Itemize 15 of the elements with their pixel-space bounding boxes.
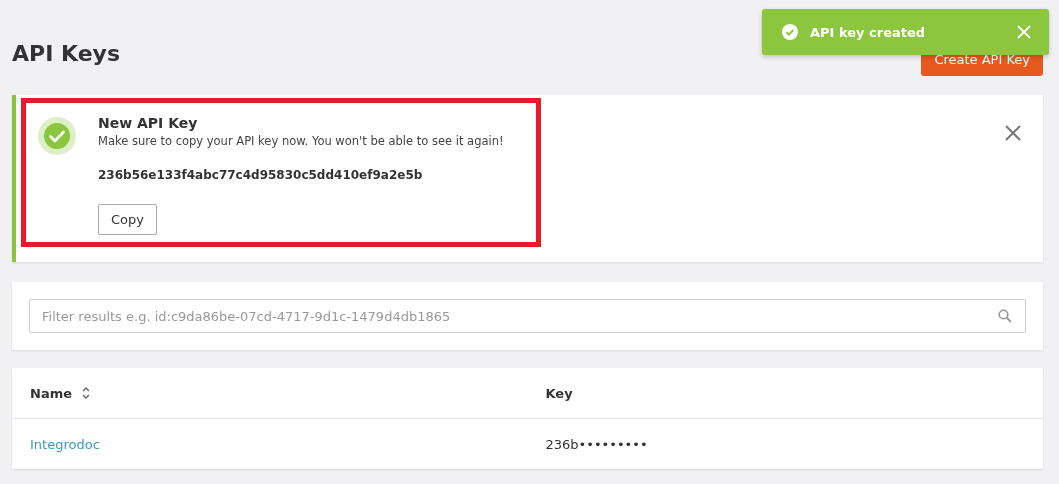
api-key-value: 236b56e133f4abc77c4d95830c5dd410ef9a2e5b bbox=[98, 168, 424, 182]
sort-icon[interactable] bbox=[82, 386, 90, 400]
check-circle-icon bbox=[38, 117, 76, 155]
page-title: API Keys bbox=[12, 41, 120, 66]
toast-message: API key created bbox=[810, 24, 927, 40]
column-header: Key bbox=[545, 385, 573, 401]
copy-button[interactable]: Copy bbox=[98, 204, 157, 235]
filter-field[interactable]: Filter results e.g. id:c9da86be-07cd-4717-9d1c-1479d4db1865 bbox=[29, 299, 1026, 333]
search-icon bbox=[998, 309, 1012, 323]
notice-title: New API Key bbox=[98, 115, 199, 131]
masked-key: 236b••••••••• bbox=[545, 436, 648, 452]
column-header[interactable]: Name bbox=[30, 385, 72, 401]
notice-message: Make sure to copy your API key now. You won't be able to see it again! bbox=[98, 134, 504, 148]
close-icon[interactable] bbox=[1005, 125, 1021, 141]
check-circle-icon bbox=[782, 24, 798, 40]
